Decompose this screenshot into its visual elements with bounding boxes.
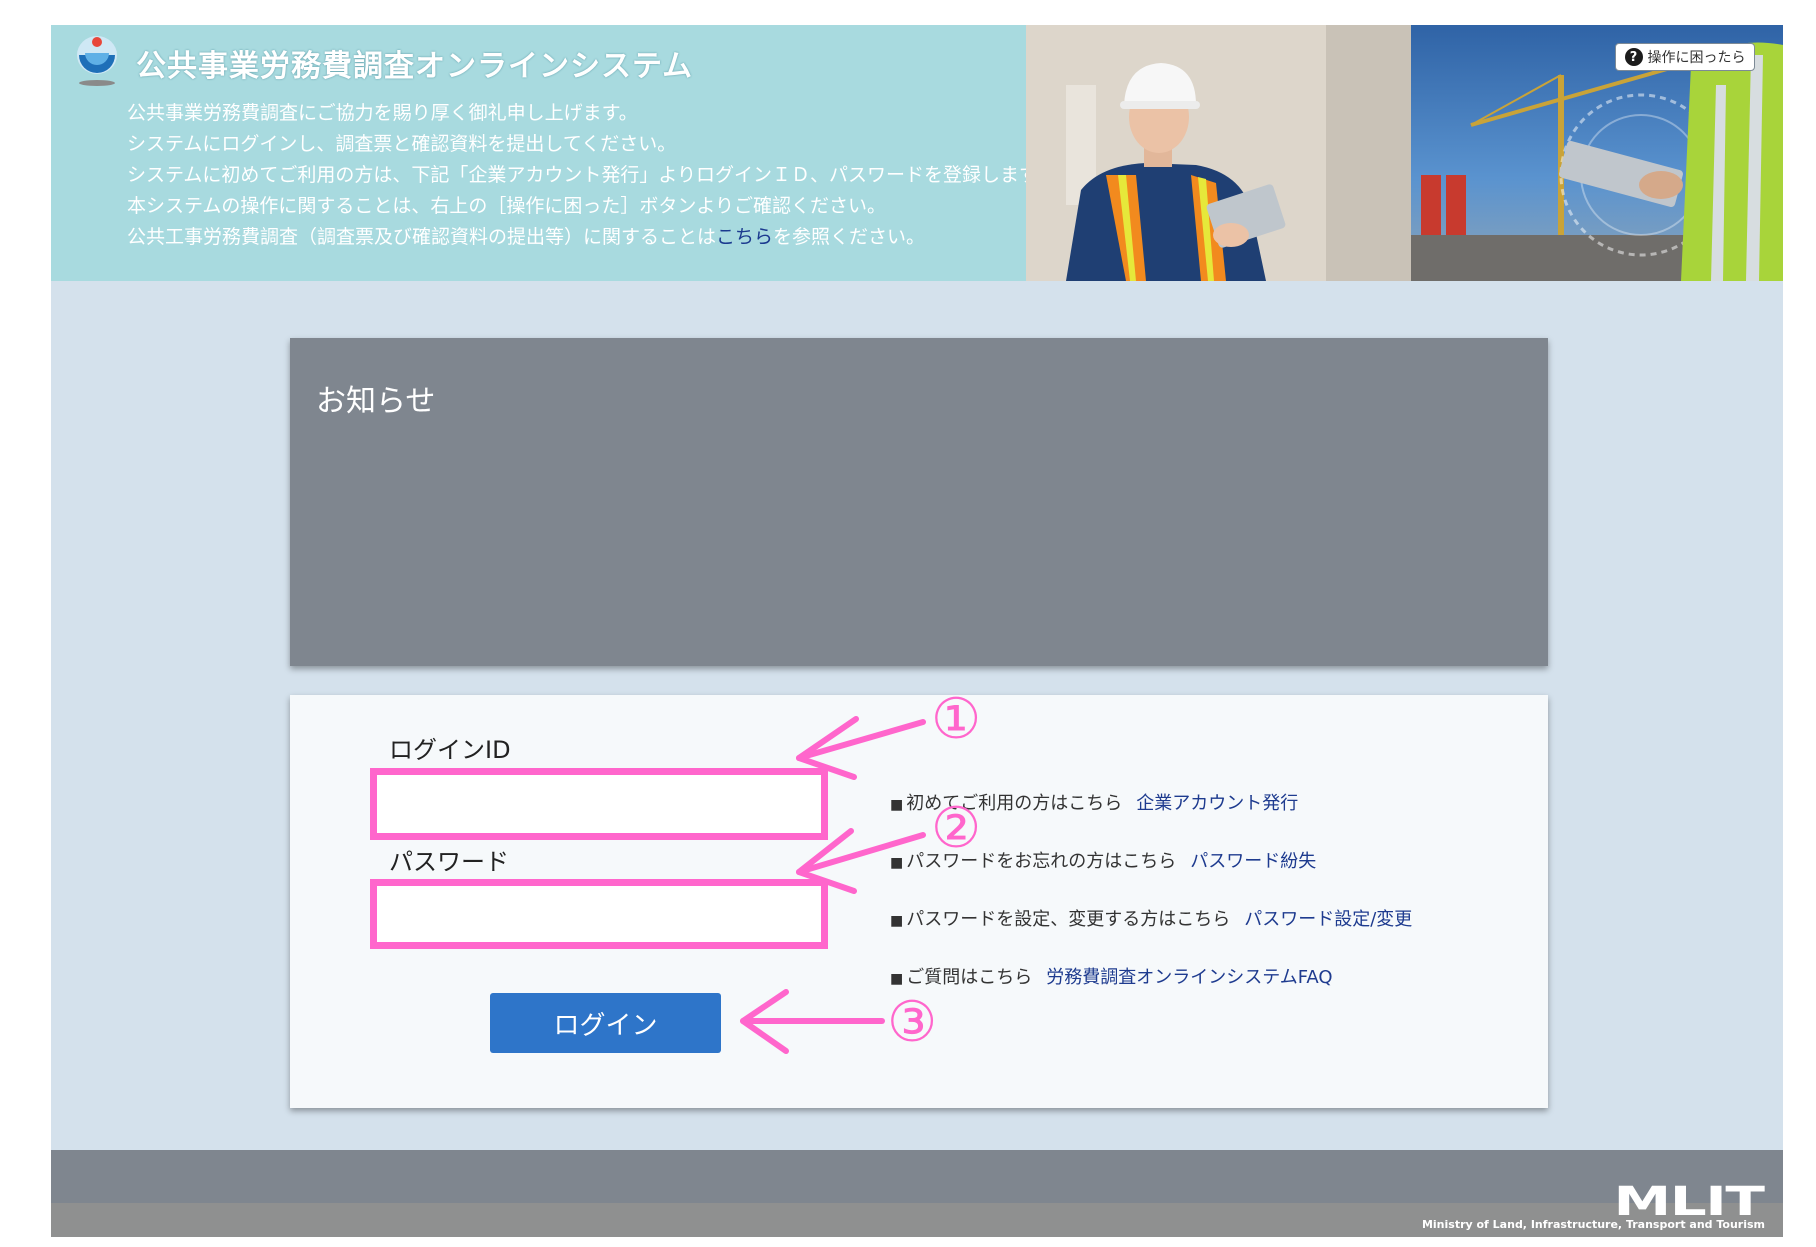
login-button[interactable]: ログイン bbox=[490, 993, 721, 1053]
link-row-change-password: ■ パスワードを設定、変更する方はこちら パスワード設定/変更 bbox=[890, 905, 1412, 931]
intro-text: 公共事業労務費調査にご協力を賜り厚く御礼申し上げます。 システムにログインし、調… bbox=[127, 98, 1055, 253]
intro-line: 本システムの操作に関することは、右上の［操作に困った］ボタンよりご確認ください。 bbox=[127, 195, 887, 217]
notice-title: お知らせ bbox=[316, 384, 436, 419]
app-title: 公共事業労務費調査オンラインシステム bbox=[136, 49, 694, 84]
link-row-text: パスワードを設定、変更する方はこちら bbox=[906, 909, 1231, 930]
header-banner: 公共事業労務費調査オンラインシステム 公共事業労務費調査にご協力を賜り厚く御礼申… bbox=[51, 25, 1783, 281]
bullet: ■ bbox=[890, 855, 904, 871]
intro-line: 公共事業労務費調査にご協力を賜り厚く御礼申し上げます。 bbox=[127, 102, 638, 124]
help-button-label: 操作に困ったら bbox=[1647, 50, 1746, 66]
page-frame: 公共事業労務費調査オンラインシステム 公共事業労務費調査にご協力を賜り厚く御礼申… bbox=[51, 25, 1783, 1237]
worker-photo bbox=[1026, 25, 1411, 281]
intro-line: システムにログインし、調査票と確認資料を提出してください。 bbox=[127, 133, 677, 155]
login-id-input[interactable] bbox=[370, 768, 828, 840]
password-label: パスワード bbox=[389, 848, 509, 876]
link-row-faq: ■ ご質問はこちら 労務費調査オンラインシステムFAQ bbox=[890, 963, 1333, 989]
link-row-lost-password: ■ パスワードをお忘れの方はこちら パスワード紛失 bbox=[890, 847, 1316, 873]
lost-password-link[interactable]: パスワード紛失 bbox=[1190, 851, 1316, 872]
bullet: ■ bbox=[890, 797, 904, 813]
change-password-link[interactable]: パスワード設定/変更 bbox=[1244, 909, 1412, 930]
logo-icon bbox=[77, 36, 117, 86]
link-row-text: ご質問はこちら bbox=[906, 967, 1033, 988]
question-icon: ? bbox=[1624, 48, 1643, 66]
footer-top-bar bbox=[51, 1150, 1783, 1203]
help-button[interactable]: ? 操作に困ったら bbox=[1615, 43, 1755, 71]
intro-line-text: 公共工事労務費調査（調査票及び確認資料の提出等）に関することは bbox=[127, 226, 717, 248]
login-panel: ログインID パスワード ログイン ■ 初めてご利用の方はこちら 企業アカウント発行… bbox=[290, 695, 1548, 1108]
login-id-label: ログインID bbox=[389, 736, 511, 764]
intro-line: システムに初めてご利用の方は、下記「企業アカウント発行」よりログインＩＤ、パスワ… bbox=[127, 164, 1056, 186]
bullet: ■ bbox=[890, 971, 904, 987]
notice-panel: お知らせ bbox=[290, 338, 1548, 666]
intro-line: 公共工事労務費調査（調査票及び確認資料の提出等）に関することはこちらを参照くださ… bbox=[127, 222, 1055, 253]
link-row-text: パスワードをお忘れの方はこちら bbox=[906, 851, 1177, 872]
bullet: ■ bbox=[890, 913, 904, 929]
faq-link[interactable]: 労務費調査オンラインシステムFAQ bbox=[1046, 967, 1332, 988]
mlit-subtitle: Ministry of Land, Infrastructure, Transp… bbox=[1421, 1218, 1765, 1231]
password-input[interactable] bbox=[370, 879, 828, 949]
new-account-link[interactable]: 企業アカウント発行 bbox=[1136, 793, 1298, 814]
survey-info-link[interactable]: こちら bbox=[716, 226, 773, 248]
intro-line-text: を参照ください。 bbox=[773, 226, 926, 248]
link-row-text: 初めてご利用の方はこちら bbox=[906, 793, 1123, 814]
link-row-new-account: ■ 初めてご利用の方はこちら 企業アカウント発行 bbox=[890, 789, 1298, 815]
